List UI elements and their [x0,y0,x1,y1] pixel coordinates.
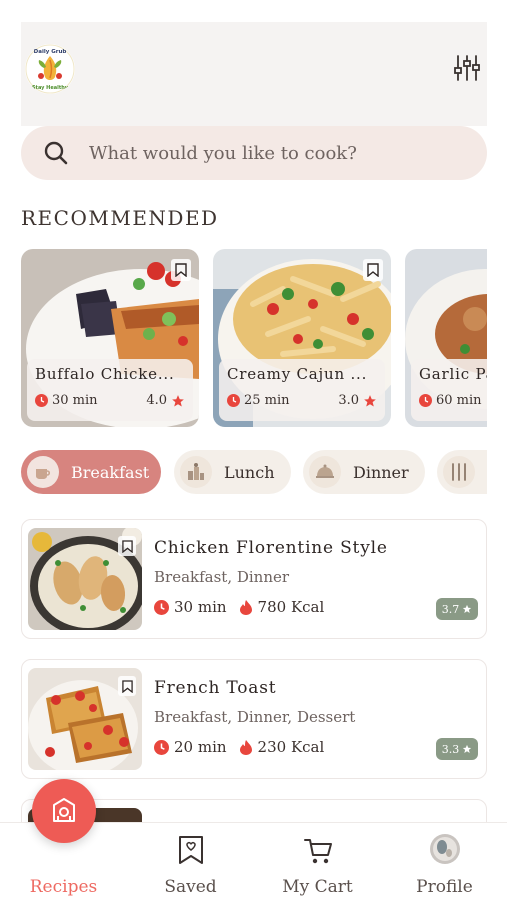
logo-text-bottom: Stay Healthy [32,85,69,91]
rating-badge: 3.7 [436,598,478,620]
search-icon [44,141,68,165]
flame-icon [239,600,252,615]
bookmark-button[interactable] [118,536,136,556]
dish-rating: 3.7 [441,602,460,616]
lunch-icon [180,456,212,488]
utensils-icon [443,456,475,488]
recipe-title: Garlic Pa [419,365,487,383]
recipe-time: 30 min [52,393,98,408]
nav-profile[interactable]: Profile [381,823,507,900]
clock-icon [227,394,240,407]
bookmark-button[interactable] [118,676,136,696]
recommended-card[interactable]: Garlic Pa 60 min [405,249,487,427]
bookmark-button[interactable] [171,259,191,281]
dish-thumbnail [28,528,142,630]
recommended-card-info: Buffalo Chicke... 30 min 4.0 [27,359,193,421]
rating-badge: 3.3 [436,738,478,760]
nav-label-cart: My Cart [282,877,353,897]
category-chips[interactable]: Breakfast Lunch Dinner [21,450,487,496]
cart-icon [303,839,332,864]
bookmark-icon [121,539,133,553]
recipe-title: Creamy Cajun ... [227,365,368,383]
recipe-rating: 3.0 [338,393,359,408]
chip-breakfast[interactable]: Breakfast [21,450,161,494]
recipe-rating: 4.0 [146,393,167,408]
chip-label: Breakfast [71,462,150,482]
recommended-card-info: Garlic Pa 60 min [411,359,487,421]
dish-kcal: 230 Kcal [257,738,325,756]
dish-categories: Breakfast, Dinner, Dessert [154,708,356,726]
recommended-carousel[interactable]: Buffalo Chicke... 30 min 4.0 Creamy Caju… [21,249,487,427]
bookmark-icon [178,836,203,864]
breakfast-icon [27,456,59,488]
app-header: Daily Grub Stay Healthy [21,22,487,126]
nav-label-saved: Saved [164,877,217,897]
star-icon [172,394,184,407]
dish-time: 20 min [174,738,227,756]
dish-name: French Toast [154,678,277,698]
recipe-title: Buffalo Chicke... [35,365,175,383]
search-input[interactable] [89,142,469,164]
cloche-icon [309,456,341,488]
recommended-card[interactable]: Buffalo Chicke... 30 min 4.0 [21,249,199,427]
cookbook-icon [53,798,75,822]
dish-rating: 3.3 [441,742,460,756]
list-item[interactable]: Chicken Florentine Style Breakfast, Dinn… [21,519,487,639]
sliders-icon [454,55,480,81]
search-bar[interactable] [21,126,487,180]
clock-icon [154,599,169,615]
recommended-card[interactable]: Creamy Cajun ... 25 min 3.0 [213,249,391,427]
section-title-recommended: RECOMMENDED [21,206,219,230]
chip-more[interactable] [437,450,487,494]
dish-time: 30 min [174,598,227,616]
bookmark-icon [175,263,187,277]
chip-lunch[interactable]: Lunch [174,450,291,494]
dish-categories: Breakfast, Dinner [154,568,290,586]
list-item[interactable]: French Toast Breakfast, Dinner, Dessert … [21,659,487,779]
clock-icon [35,394,48,407]
chip-label: Lunch [224,462,275,482]
dish-kcal: 780 Kcal [257,598,325,616]
bookmark-icon [121,679,133,693]
recipes-fab[interactable] [32,779,96,843]
recommended-card-info: Creamy Cajun ... 25 min 3.0 [219,359,385,421]
chip-dinner[interactable]: Dinner [303,450,425,494]
nav-label-profile: Profile [416,877,473,897]
nav-cart[interactable]: My Cart [254,823,381,900]
dish-thumbnail [28,668,142,770]
star-icon [463,604,472,613]
bookmark-button[interactable] [363,259,383,281]
chip-label: Dinner [353,462,409,482]
filter-button[interactable] [451,52,483,84]
star-icon [364,394,376,407]
flame-icon [239,740,252,755]
avatar [429,834,460,864]
recipe-time: 25 min [244,393,290,408]
nav-saved[interactable]: Saved [127,823,254,900]
app-logo: Daily Grub Stay Healthy [25,44,75,94]
recipe-time: 60 min [436,393,482,408]
clock-icon [154,739,169,755]
star-icon [463,744,472,753]
nav-label-recipes: Recipes [29,877,98,897]
bookmark-icon [367,263,379,277]
clock-icon [419,394,432,407]
dish-name: Chicken Florentine Style [154,538,388,558]
logo-text-top: Daily Grub [34,49,67,55]
